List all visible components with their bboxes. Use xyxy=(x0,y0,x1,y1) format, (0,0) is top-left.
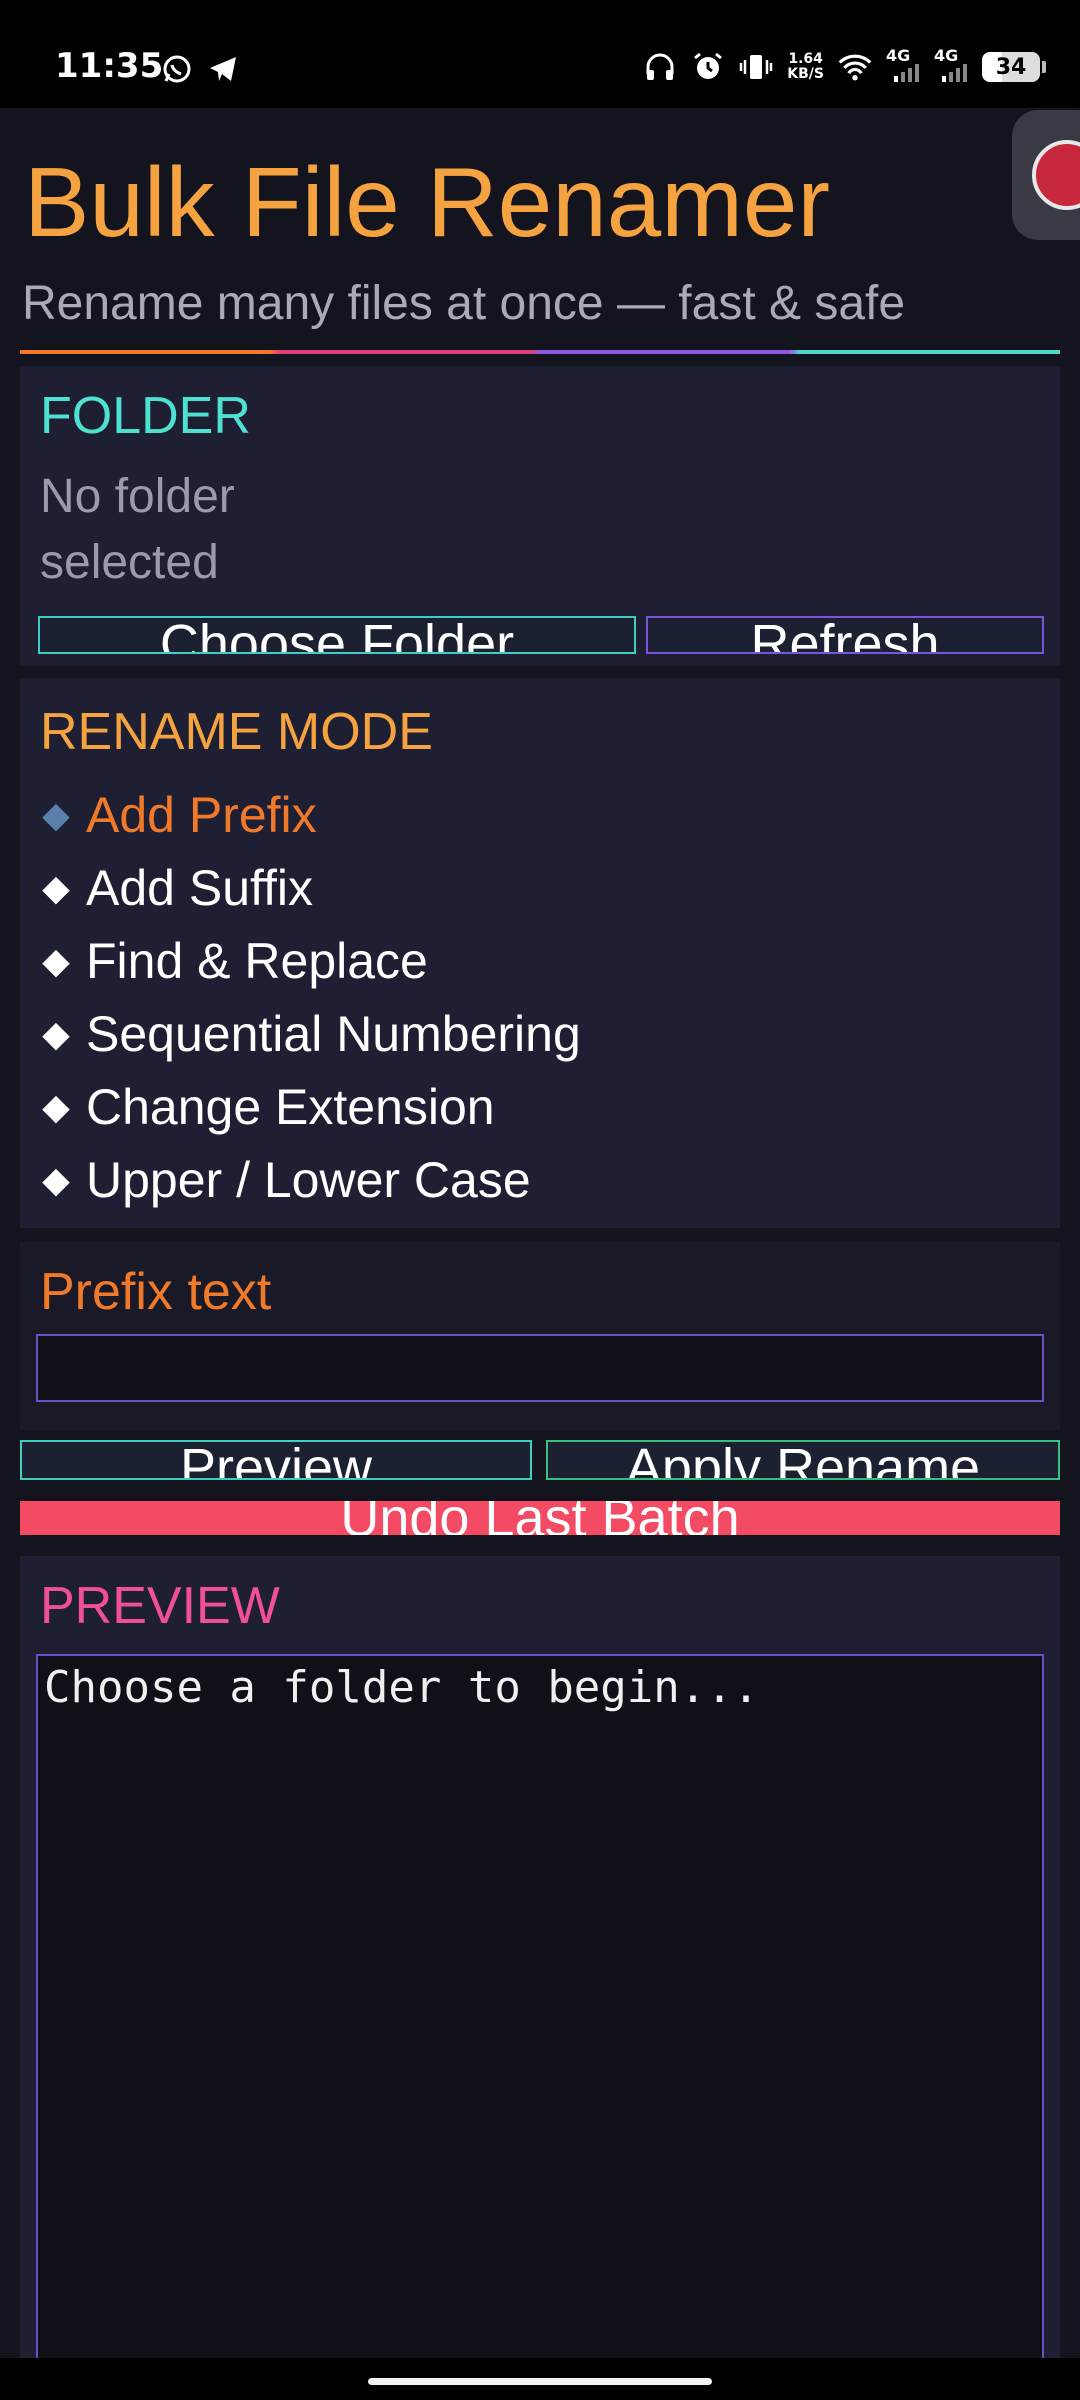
alarm-icon xyxy=(691,50,725,84)
apply-rename-button[interactable]: Apply Rename xyxy=(546,1440,1060,1480)
battery-icon: 34 xyxy=(982,52,1046,82)
signal-icon: 4G xyxy=(934,46,968,84)
preview-card: PREVIEW Choose a folder to begin... xyxy=(20,1556,1060,2358)
navigation-bar xyxy=(0,2358,1080,2400)
rename-mode-card: RENAME MODE ◆ Add Prefix ◆ Add Suffix ◆ … xyxy=(20,678,1060,1228)
wifi-icon xyxy=(838,50,872,84)
signal-icon: 4G xyxy=(886,46,920,84)
network-speed: 1.64 KB/S xyxy=(787,51,824,82)
folder-card: FOLDER No folder selected Choose Folder … xyxy=(20,366,1060,666)
diamond-icon: ◆ xyxy=(42,1086,70,1127)
mode-option-case[interactable]: ◆ Upper / Lower Case xyxy=(38,1151,531,1209)
rename-mode-label: RENAME MODE xyxy=(40,703,433,761)
record-icon xyxy=(1032,140,1080,210)
whatsapp-icon xyxy=(160,52,194,86)
folder-section-label: FOLDER xyxy=(40,387,251,445)
gradient-divider xyxy=(20,350,1060,354)
diamond-icon: ◆ xyxy=(42,867,70,908)
choose-folder-button[interactable]: Choose Folder xyxy=(38,616,636,654)
vibrate-icon xyxy=(739,50,773,84)
preview-label: PREVIEW xyxy=(40,1577,280,1635)
mode-option-label: Change Extension xyxy=(86,1079,495,1135)
mode-option-label: Upper / Lower Case xyxy=(86,1152,531,1208)
mode-option-add-prefix[interactable]: ◆ Add Prefix xyxy=(38,786,317,844)
mode-option-sequential-numbering[interactable]: ◆ Sequential Numbering xyxy=(38,1005,581,1063)
floating-recorder-bubble[interactable] xyxy=(1012,110,1080,240)
mode-option-find-replace[interactable]: ◆ Find & Replace xyxy=(38,932,428,990)
app-subtitle: Rename many files at once — fast & safe xyxy=(22,277,906,330)
prefix-card: Prefix text xyxy=(20,1242,1060,1430)
app-title: Bulk File Renamer xyxy=(24,147,831,257)
diamond-selected-icon: ◆ xyxy=(42,794,70,835)
refresh-button[interactable]: Refresh xyxy=(646,616,1044,654)
preview-button[interactable]: Preview xyxy=(20,1440,532,1480)
diamond-icon: ◆ xyxy=(42,940,70,981)
preview-output[interactable]: Choose a folder to begin... xyxy=(36,1654,1044,2358)
mode-option-add-suffix[interactable]: ◆ Add Suffix xyxy=(38,859,313,917)
mode-option-label: Add Suffix xyxy=(86,860,314,916)
diamond-icon: ◆ xyxy=(42,1013,70,1054)
headphones-icon xyxy=(643,50,677,84)
prefix-input[interactable] xyxy=(36,1334,1044,1402)
mode-option-label: Find & Replace xyxy=(86,933,428,989)
app-screen: Bulk File Renamer Rename many files at o… xyxy=(0,108,1080,2358)
mode-option-label: Sequential Numbering xyxy=(86,1006,581,1062)
diamond-icon: ◆ xyxy=(42,1159,70,1200)
telegram-icon xyxy=(206,52,240,86)
mode-option-label: Add Prefix xyxy=(86,787,317,843)
mode-option-change-extension[interactable]: ◆ Change Extension xyxy=(38,1078,495,1136)
prefix-label: Prefix text xyxy=(40,1263,272,1321)
undo-last-batch-button[interactable]: Undo Last Batch xyxy=(20,1501,1060,1535)
status-time: 11:35 xyxy=(55,46,164,86)
status-bar: 11:35 1.64 KB/S 4G 4G 34 xyxy=(0,0,1080,108)
home-gesture-handle[interactable] xyxy=(368,2378,712,2385)
folder-status: No folder selected xyxy=(40,470,235,589)
